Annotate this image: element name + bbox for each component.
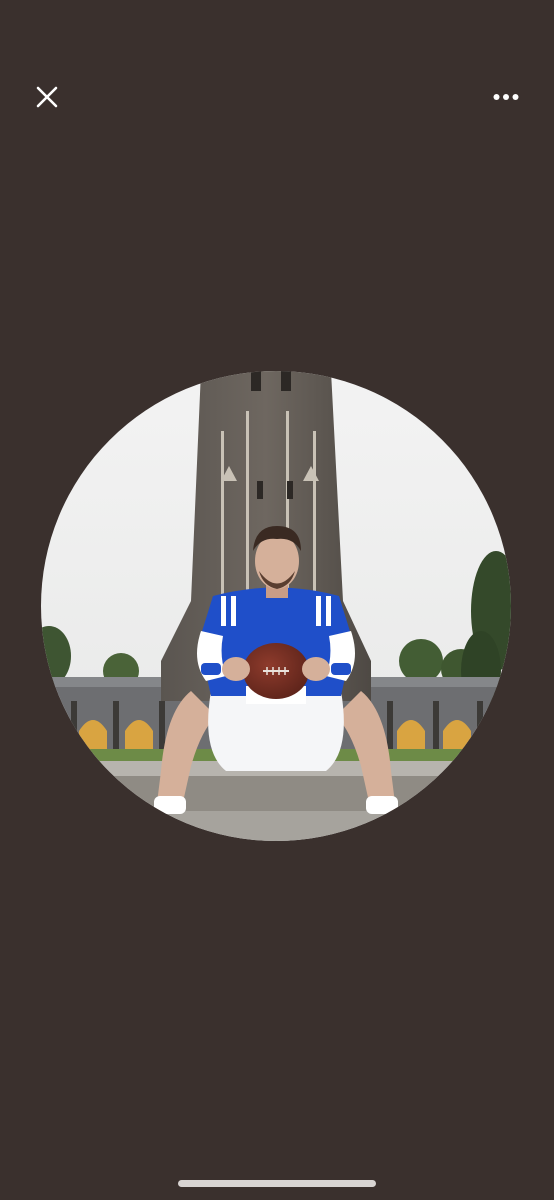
more-horizontal-icon bbox=[493, 94, 519, 100]
home-indicator[interactable] bbox=[178, 1180, 376, 1187]
profile-photo bbox=[41, 371, 511, 841]
profile-photo-viewer bbox=[0, 0, 554, 1200]
profile-photo-illustration bbox=[41, 371, 511, 841]
close-button[interactable] bbox=[27, 77, 67, 117]
more-options-button[interactable] bbox=[486, 77, 526, 117]
close-icon bbox=[36, 86, 58, 108]
